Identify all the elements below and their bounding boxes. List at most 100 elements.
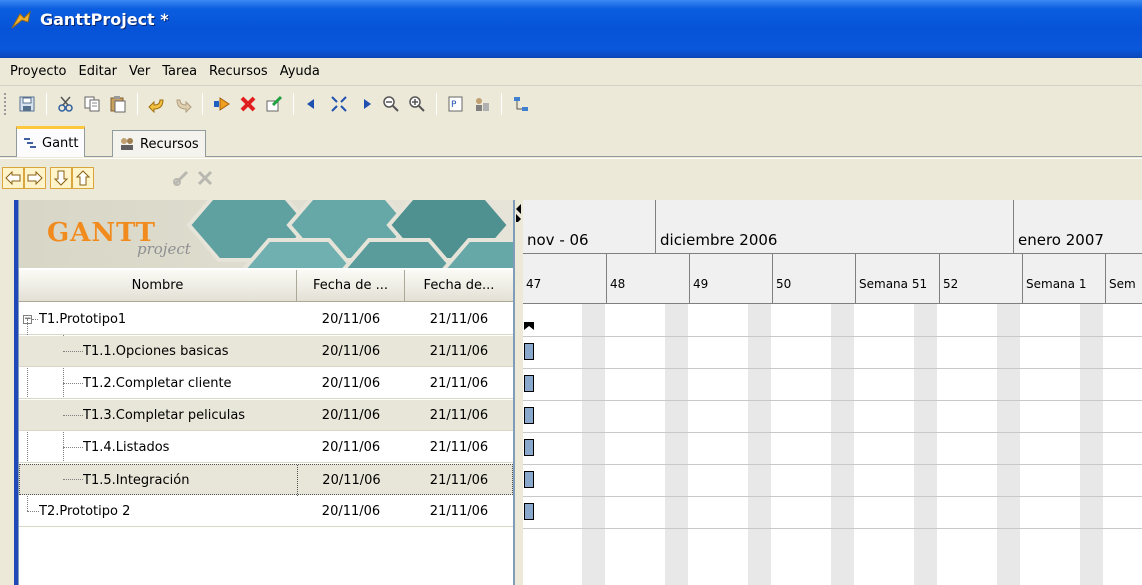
gantt-chart-panel: nov - 06 diciembre 2006 enero 2007 47 48… (523, 200, 1142, 585)
task-tree-panel: GANTT project Nombre Fecha de ... Fecha … (18, 200, 515, 585)
menu-proyecto[interactable]: Proyecto (4, 61, 73, 83)
panel-splitter[interactable] (515, 200, 523, 585)
timeline-month: enero 2007 (1018, 231, 1104, 249)
task-bar[interactable] (524, 343, 534, 360)
table-row[interactable]: T1.2.Completar cliente 20/11/06 21/11/06 (19, 368, 513, 399)
task-bar[interactable] (524, 439, 534, 456)
center-icon[interactable] (327, 92, 351, 116)
task-end[interactable]: 21/11/06 (405, 304, 513, 335)
menu-editar[interactable]: Editar (73, 61, 124, 83)
timeline-months: nov - 06 diciembre 2006 enero 2007 (523, 200, 1142, 254)
toolbar-separator (46, 93, 47, 115)
resources-icon[interactable] (470, 92, 494, 116)
toolbar-grip (4, 93, 8, 115)
task-end[interactable]: 21/11/06 (405, 465, 513, 496)
toolbar-separator (293, 93, 294, 115)
task-end[interactable]: 21/11/06 (405, 336, 513, 367)
scroll-left-icon[interactable] (301, 92, 325, 116)
task-start[interactable]: 20/11/06 (297, 336, 405, 367)
timeline-weeks: 47 48 49 50 Semana 51 52 Semana 1 Sem (523, 254, 1142, 304)
svg-text:P: P (451, 100, 457, 110)
task-name[interactable]: T1.Prototipo1 (39, 304, 297, 335)
task-name[interactable]: T1.1.Opciones basicas (83, 336, 297, 367)
arrow-up-icon[interactable] (72, 167, 94, 189)
window-title: GanttProject * (40, 10, 169, 29)
cut-icon[interactable] (54, 92, 78, 116)
link-tasks-icon[interactable] (170, 167, 192, 189)
link-icon[interactable] (509, 92, 533, 116)
edit-task-icon[interactable] (262, 92, 286, 116)
redo-icon[interactable] (171, 92, 195, 116)
task-name[interactable]: T2.Prototipo 2 (39, 496, 297, 527)
new-task-icon[interactable] (210, 92, 234, 116)
paste-icon[interactable] (106, 92, 130, 116)
task-start[interactable]: 20/11/06 (297, 400, 405, 431)
main-toolbar: P (0, 86, 1142, 122)
task-start[interactable]: 20/11/06 (297, 496, 405, 527)
save-icon[interactable] (15, 92, 39, 116)
task-name[interactable]: T1.3.Completar peliculas (83, 400, 297, 431)
task-start[interactable]: 20/11/06 (297, 368, 405, 399)
task-nav-toolbar (0, 158, 1142, 200)
table-row[interactable]: T1.4.Listados 20/11/06 21/11/06 (19, 432, 513, 463)
task-start[interactable]: 20/11/06 (297, 432, 405, 463)
arrow-right-icon[interactable] (24, 167, 46, 189)
table-row-selected[interactable]: T1.5.Integración 20/11/06 21/11/06 (19, 464, 513, 496)
timeline-week: 52 (939, 254, 1022, 304)
task-end[interactable]: 21/11/06 (405, 496, 513, 527)
tab-gantt-label: Gantt (42, 135, 79, 151)
people-icon (121, 138, 133, 150)
task-start[interactable]: 20/11/06 (297, 304, 405, 335)
table-row[interactable]: T1.1.Opciones basicas 20/11/06 21/11/06 (19, 336, 513, 367)
menu-ver[interactable]: Ver (123, 61, 156, 83)
undo-icon[interactable] (145, 92, 169, 116)
task-end[interactable]: 21/11/06 (405, 368, 513, 399)
task-start[interactable]: 20/11/06 (297, 465, 405, 496)
task-bar[interactable] (524, 407, 534, 424)
unlink-tasks-icon[interactable] (194, 167, 216, 189)
copy-icon[interactable] (80, 92, 104, 116)
summary-task-bar[interactable] (524, 322, 534, 330)
arrow-left-icon[interactable] (2, 167, 24, 189)
timeline-month: nov - 06 (523, 200, 656, 254)
task-bar[interactable] (524, 375, 534, 392)
menu-bar: Proyecto Editar Ver Tarea Recursos Ayuda (0, 58, 1142, 86)
arrow-down-icon[interactable] (50, 167, 72, 189)
timeline-week: 49 (689, 254, 772, 304)
zoom-out-icon[interactable] (379, 92, 403, 116)
menu-tarea[interactable]: Tarea (156, 61, 203, 83)
menu-recursos[interactable]: Recursos (203, 61, 274, 83)
tab-recursos-label: Recursos (140, 136, 199, 152)
column-header-start[interactable]: Fecha de ... (297, 270, 405, 302)
tab-gantt[interactable]: Gantt (16, 126, 86, 157)
menu-ayuda[interactable]: Ayuda (274, 61, 326, 83)
task-name[interactable]: T1.2.Completar cliente (83, 368, 297, 399)
task-name[interactable]: T1.5.Integración (83, 465, 297, 496)
table-row[interactable]: T1.3.Completar peliculas 20/11/06 21/11/… (19, 400, 513, 431)
table-row[interactable]: T2.Prototipo 2 20/11/06 21/11/06 (19, 496, 513, 527)
task-end[interactable]: 21/11/06 (405, 432, 513, 463)
collapse-arrow-icon[interactable] (515, 202, 523, 222)
timeline-week: Semana 51 (855, 254, 938, 304)
task-name[interactable]: T1.4.Listados (83, 432, 297, 463)
gantt-icon (24, 138, 36, 148)
table-header: Nombre Fecha de ... Fecha de... (19, 270, 513, 302)
scroll-right-icon[interactable] (353, 92, 377, 116)
ganttproject-logo: GANTT project (19, 200, 513, 268)
preview-icon[interactable]: P (444, 92, 468, 116)
toolbar-separator (501, 93, 502, 115)
zoom-in-icon[interactable] (405, 92, 429, 116)
delete-task-icon[interactable] (236, 92, 260, 116)
timeline-month: diciembre 2006 (656, 200, 1014, 254)
task-end[interactable]: 21/11/06 (405, 400, 513, 431)
tab-recursos[interactable]: Recursos (112, 130, 206, 157)
task-bar[interactable] (524, 471, 534, 488)
timeline-week: Semana 1 (1022, 254, 1105, 304)
toolbar-separator (436, 93, 437, 115)
timeline-week: 47 (526, 277, 542, 291)
column-header-nombre[interactable]: Nombre (19, 270, 297, 302)
task-bar[interactable] (524, 503, 534, 520)
timeline-week: 48 (606, 254, 689, 304)
table-row[interactable]: − T1.Prototipo1 20/11/06 21/11/06 (19, 304, 513, 335)
column-header-end[interactable]: Fecha de... (405, 270, 513, 302)
